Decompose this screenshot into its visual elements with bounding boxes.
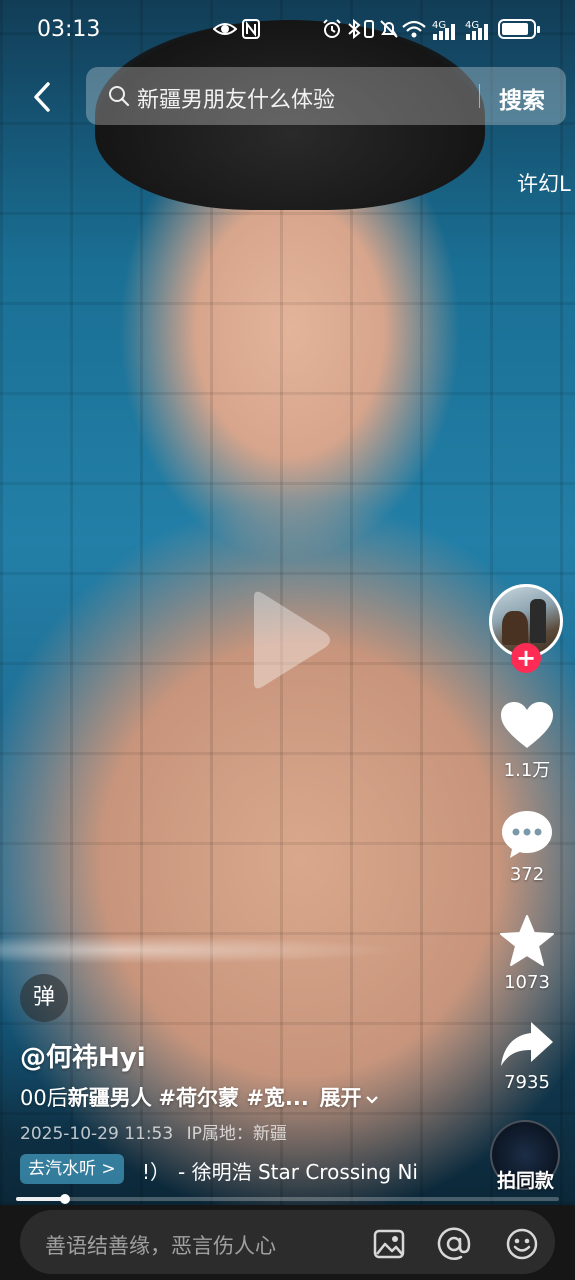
like-button[interactable]: 1.1万 (492, 700, 562, 782)
chevron-down-icon (365, 1096, 378, 1104)
signal-icon (433, 24, 455, 40)
star-icon (500, 915, 554, 966)
search-button[interactable]: 搜索 (499, 81, 545, 115)
status-time: 03:13 (37, 17, 101, 42)
alarm-icon (323, 19, 341, 38)
comment-icon (502, 811, 552, 858)
ip-location: IP属地：新疆 (186, 1124, 287, 1144)
comment-button[interactable]: 372 (492, 808, 562, 885)
signal-icon (466, 24, 488, 40)
post-date: 2025-10-29 11:53 (20, 1124, 174, 1144)
music-partial: !） (142, 1160, 171, 1184)
like-count: 1.1万 (503, 760, 551, 781)
mute-icon (380, 20, 398, 38)
vibrate-icon (364, 20, 374, 38)
battery-icon (498, 19, 540, 39)
heart-icon (501, 702, 553, 748)
play-icon[interactable] (240, 585, 336, 695)
danmaku-toggle[interactable]: 弹 (20, 974, 68, 1022)
expand-button[interactable]: 展开 (320, 1086, 379, 1110)
share-count: 7935 (504, 1072, 550, 1093)
music-title-text: - 徐明浩 Star Crossing Ni (178, 1160, 418, 1184)
bluetooth-icon (348, 19, 361, 39)
share-button[interactable]: 7935 (492, 1020, 562, 1093)
back-icon (34, 82, 50, 112)
side-tag[interactable]: 许幻L (517, 168, 571, 198)
comment-placeholder: 善语结善缘，恶言伤人心 (45, 1234, 276, 1258)
nfc-icon (242, 19, 260, 39)
back-button[interactable] (24, 76, 60, 118)
video-caption[interactable]: 00后新疆男人 #荷尔蒙 #宽... 展开 (20, 1082, 379, 1112)
caption-highlight[interactable]: 新疆男人 (68, 1086, 152, 1110)
favorite-count: 1073 (504, 972, 550, 993)
comment-input[interactable]: 善语结善缘，恶言伤人心 (20, 1210, 555, 1274)
image-icon[interactable] (372, 1227, 406, 1261)
at-icon[interactable] (437, 1227, 471, 1261)
caption-tags[interactable]: #荷尔蒙 #宽... (158, 1086, 308, 1110)
remix-button[interactable]: 拍同款 (497, 1166, 554, 1193)
wifi-icon (402, 20, 426, 38)
expand-label: 展开 (319, 1086, 362, 1110)
emoji-icon[interactable] (505, 1227, 539, 1261)
avatar-horse (502, 611, 528, 645)
comment-count: 372 (509, 864, 545, 885)
post-meta: 2025-10-29 11:53 IP属地：新疆 (20, 1119, 287, 1144)
status-bar: 03:13 4G 4G (0, 0, 575, 60)
search-input[interactable]: 新疆男朋友什么体验 搜索 (86, 67, 566, 125)
eye-icon (213, 23, 237, 35)
search-divider (479, 84, 480, 108)
favorite-button[interactable]: 1073 (492, 914, 562, 993)
avatar-person (530, 599, 546, 643)
follow-button[interactable]: + (511, 643, 541, 673)
comment-bar: 善语结善缘，恶言伤人心 (0, 1205, 575, 1280)
video-background-lights (0, 930, 575, 970)
listen-in-soda-chip[interactable]: 去汽水听 > (20, 1154, 124, 1184)
share-icon (501, 1022, 553, 1066)
video-progress-bar[interactable] (16, 1194, 559, 1204)
caption-prefix: 00后 (20, 1086, 68, 1110)
author-name[interactable]: @何祎Hyi (20, 1037, 146, 1074)
progress-knob[interactable] (59, 1194, 70, 1204)
search-icon (109, 86, 130, 107)
progress-fill (16, 1197, 65, 1201)
search-query: 新疆男朋友什么体验 (137, 88, 336, 113)
music-title: !） - 徐明浩 Star Crossing Ni (142, 1156, 418, 1185)
